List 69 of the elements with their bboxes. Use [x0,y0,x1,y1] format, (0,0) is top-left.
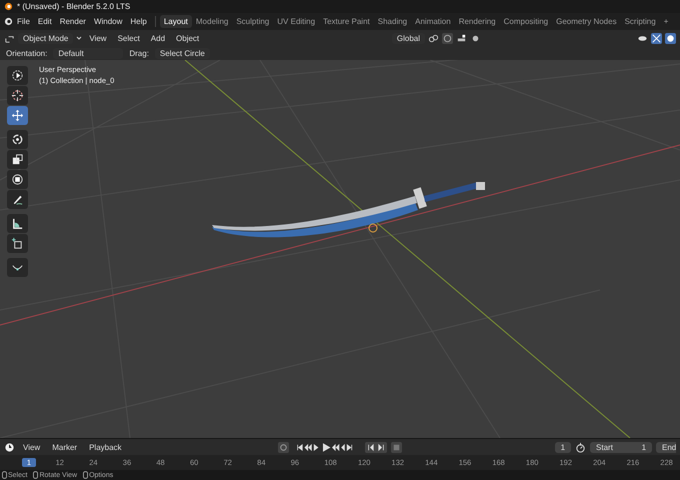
toolbar-tool[interactable] [7,150,28,169]
mode-dropdown[interactable]: Object Mode [18,32,74,44]
mouse-icon [33,471,38,479]
end-frame-field[interactable]: End [656,442,676,452]
toolbar-tool[interactable] [7,130,28,149]
menu-item[interactable]: File [13,17,34,26]
toolbar-tool[interactable] [7,234,28,253]
start-frame-field[interactable]: Start 1 [590,442,652,452]
drag-label: Drag: [129,48,149,58]
toolbar-tool[interactable] [7,170,28,189]
move-arrows-icon [11,109,24,122]
menu-item[interactable]: Add [146,34,170,42]
keyframe-jump-icon[interactable] [365,442,388,452]
orientation-label: Orientation: [6,48,48,58]
transform-icon [11,173,24,186]
menu-item[interactable]: View [19,442,44,452]
menu-item[interactable]: Window [90,17,126,26]
menu-item[interactable]: Object [172,34,204,42]
toolbar-tool[interactable] [7,86,28,105]
grid-snap-icon[interactable] [456,32,467,44]
select-icon [11,69,24,82]
workspace-tab[interactable]: Layout [160,15,192,28]
ruler-icon [11,217,24,230]
toolbar-tool[interactable] [7,190,28,209]
app-menu-icon[interactable] [4,17,13,26]
scale-icon [11,153,24,166]
mouse-icon [83,471,88,479]
clock-icon[interactable] [4,442,15,452]
workspace-tab[interactable]: Modeling [192,15,232,28]
menu-item[interactable]: Select [114,34,144,42]
menu-item[interactable]: Marker [48,442,82,452]
rotate-icon [11,133,24,146]
app-logo-icon [4,2,13,11]
record-icon[interactable] [278,442,290,452]
menu-item[interactable]: View [85,34,111,42]
caret-icon [76,36,82,40]
workspace-tab[interactable]: Texture Paint [319,15,374,28]
workspace-tab[interactable]: Scripting [620,15,660,28]
workspace-tab[interactable]: Rendering [454,15,500,28]
workspace-tab[interactable]: Shading [374,15,412,28]
workspace-tab[interactable]: Animation [411,15,455,28]
overlay-icon[interactable] [665,32,676,44]
menu-item[interactable]: Edit [34,17,56,26]
menu-item[interactable]: Playback [85,442,126,452]
current-frame-field[interactable]: 1 [554,442,572,452]
toolbar-tool[interactable] [7,258,28,277]
orientation-dropdown[interactable]: Default [53,48,124,58]
link-icon[interactable] [428,32,439,44]
menu-item[interactable]: Render [56,17,90,26]
mouse-icon [2,471,7,479]
toolbar-tool[interactable] [7,66,28,85]
drag-dropdown[interactable]: Select Circle [154,48,210,58]
transform-dropdown[interactable]: Global [392,32,425,44]
pencil-icon [11,193,24,206]
toolbar-tool[interactable] [7,214,28,233]
add-cube-icon [11,237,24,250]
workspace-tab[interactable]: UV Editing [273,15,320,28]
stopwatch-icon[interactable] [575,442,586,452]
toolbar-tool[interactable] [7,106,28,125]
workspace-tab[interactable]: Geometry Nodes [552,15,621,28]
gizmo-icon[interactable] [651,32,662,44]
workspace-tab[interactable]: Compositing [500,15,552,28]
window-title: * (Unsaved) - Blender 5.2.0 LTS [17,2,130,11]
keying-icon[interactable] [391,442,402,452]
crosshair-icon [11,89,24,102]
menu-item[interactable]: Help [126,17,151,26]
workspace-tab[interactable]: Sculpting [232,15,274,28]
add-workspace-button[interactable]: + [660,15,672,28]
snap-icon[interactable] [442,32,453,44]
